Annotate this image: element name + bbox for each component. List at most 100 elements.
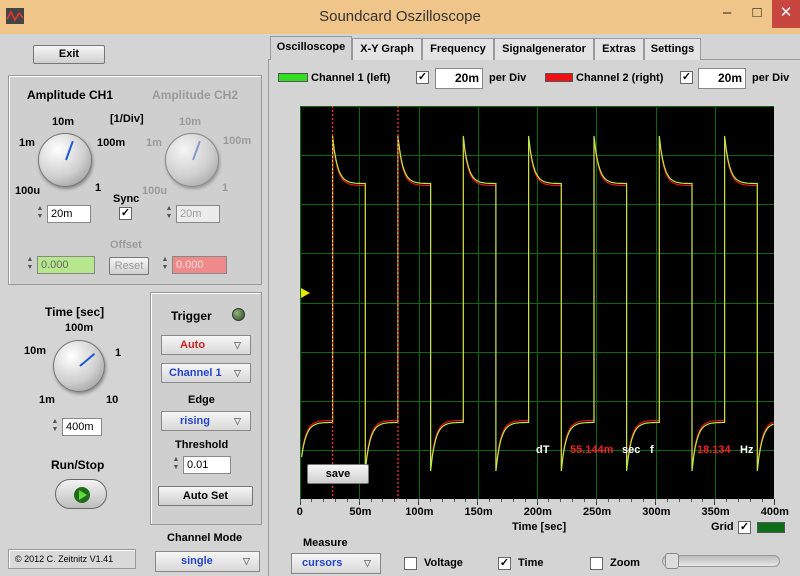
grid-color-swatch[interactable] (757, 522, 785, 533)
tab-signalgenerator[interactable]: Signalgenerator (494, 38, 594, 60)
x-minor-tick (583, 499, 585, 502)
oscilloscope-display[interactable]: save dT 55.144m sec f 18.134 Hz (300, 106, 775, 500)
x-minor-tick (761, 499, 763, 502)
offset-ch1-spinner[interactable]: ▲ ▼ (25, 256, 35, 274)
x-minor-tick (631, 499, 633, 502)
x-minor-tick (477, 499, 479, 502)
x-minor-tick (500, 499, 502, 502)
dt-unit: sec (622, 444, 641, 456)
chevron-down-icon: ▽ (234, 416, 241, 426)
grid-checkbox[interactable]: ✓ (738, 521, 751, 534)
x-minor-tick (737, 499, 739, 502)
autoset-button[interactable]: Auto Set (158, 486, 253, 506)
ch1-tick-10m: 10m (52, 116, 75, 128)
offset-ch2-spinner[interactable]: ▲ ▼ (160, 256, 170, 274)
x-minor-tick (346, 499, 348, 502)
channel-mode-value: single (181, 555, 213, 567)
trigger-edge-dropdown[interactable]: rising ▽ (161, 411, 251, 431)
save-button[interactable]: save (307, 464, 369, 484)
trigger-edge-value: rising (180, 415, 210, 427)
x-tick-label: 150m (464, 506, 493, 518)
amplitude-ch2-field[interactable]: 20m (176, 205, 220, 223)
tab-oscilloscope[interactable]: Oscilloscope (270, 36, 352, 60)
trigger-led (232, 308, 245, 321)
ch1-div-field[interactable]: 20m (435, 68, 483, 89)
ch1-color-swatch[interactable] (278, 73, 308, 82)
chevron-down-icon: ▽ (234, 368, 241, 378)
channel-mode-dropdown[interactable]: single ▽ (155, 551, 260, 572)
sync-checkbox[interactable]: ✓ (119, 207, 132, 220)
x-minor-tick (714, 499, 716, 502)
amplitude-ch1-title: Amplitude CH1 (27, 88, 114, 102)
threshold-spinner[interactable]: ▲ ▼ (171, 456, 181, 474)
runstop-button[interactable] (55, 479, 107, 509)
measure-label: Measure (303, 537, 348, 549)
zoom-slider-handle[interactable] (665, 553, 679, 569)
time-title: Time [sec] (45, 305, 105, 319)
ch2-tick-100u: 100u (142, 185, 168, 197)
ch1-value-spinner[interactable]: ▲ ▼ (35, 205, 45, 223)
amplitude-ch1-knob[interactable] (38, 133, 92, 187)
ch1-enable-checkbox[interactable]: ✓ (416, 71, 429, 84)
zoom-slider[interactable] (662, 553, 780, 569)
x-minor-tick (465, 499, 467, 502)
x-minor-tick (524, 499, 526, 502)
x-minor-tick (548, 499, 550, 502)
tab-settings[interactable]: Settings (644, 38, 701, 60)
offset-reset-button[interactable]: Reset (109, 257, 149, 275)
x-minor-tick (418, 499, 419, 502)
time-checkbox[interactable]: ✓ (498, 557, 511, 570)
x-minor-tick (595, 499, 597, 502)
ch2-tick-1m: 1m (146, 137, 162, 149)
tab-xy-graph[interactable]: X-Y Graph (352, 38, 422, 60)
offset-ch2-field[interactable]: 0.000 (172, 256, 227, 274)
x-tick-mark (773, 499, 775, 505)
x-minor-tick (690, 499, 692, 502)
trigger-channel-dropdown[interactable]: Channel 1 ▽ (161, 363, 251, 383)
time-field[interactable]: 400m (62, 418, 102, 436)
ch2-per-div-label: per Div (752, 72, 790, 84)
copyright-text: © 2012 C. Zeitnitz V1.41 (15, 554, 114, 564)
ch2-enable-checkbox[interactable]: ✓ (680, 71, 693, 84)
maximize-button[interactable]: □ (742, 0, 772, 28)
x-tick-label: 300m (642, 506, 671, 518)
voltage-label: Voltage (424, 557, 463, 569)
measure-mode-dropdown[interactable]: cursors ▽ (291, 553, 381, 574)
ch2-color-swatch[interactable] (545, 73, 573, 82)
trigger-mode-dropdown[interactable]: Auto ▽ (161, 335, 251, 355)
sync-label: Sync (113, 193, 140, 205)
runstop-label: Run/Stop (51, 458, 105, 472)
offset-ch1-field[interactable]: 0.000 (37, 256, 95, 274)
threshold-field[interactable]: 0.01 (183, 456, 231, 474)
f-unit: Hz (740, 444, 754, 456)
x-minor-tick (572, 499, 574, 502)
measure-mode-value: cursors (302, 557, 343, 569)
window-title: Soundcard Oszilloscope (319, 8, 481, 25)
tab-extras[interactable]: Extras (594, 38, 644, 60)
trigger-level-marker-icon[interactable] (301, 286, 311, 300)
dt-label: dT (536, 444, 550, 456)
x-minor-tick (382, 499, 384, 502)
trigger-mode-value: Auto (180, 339, 206, 351)
play-icon (74, 487, 90, 503)
ch2-tick-10m: 10m (179, 116, 202, 128)
ch1-tick-100m: 100m (97, 137, 126, 149)
amplitude-ch2-knob[interactable] (165, 133, 219, 187)
x-minor-tick (335, 499, 337, 502)
exit-button[interactable]: Exit (33, 45, 105, 64)
title-bar: Soundcard Oszilloscope – □ ✕ (0, 0, 800, 34)
time-spinner[interactable]: ▲ ▼ (50, 418, 60, 436)
ch1-tick-1: 1 (95, 182, 102, 194)
time-tick-1: 1 (115, 347, 122, 359)
amplitude-ch1-field[interactable]: 20m (47, 205, 91, 223)
minimize-button[interactable]: – (712, 0, 742, 28)
zoom-checkbox[interactable] (590, 557, 603, 570)
voltage-checkbox[interactable] (404, 557, 417, 570)
ch2-div-field[interactable]: 20m (698, 68, 746, 89)
tab-frequency[interactable]: Frequency (422, 38, 494, 60)
ch1-per-div-label: per Div (489, 72, 527, 84)
ch2-value-spinner[interactable]: ▲ ▼ (164, 205, 174, 223)
close-button[interactable]: ✕ (772, 0, 800, 28)
time-tick-100m: 100m (65, 322, 94, 334)
time-knob[interactable] (53, 340, 105, 392)
